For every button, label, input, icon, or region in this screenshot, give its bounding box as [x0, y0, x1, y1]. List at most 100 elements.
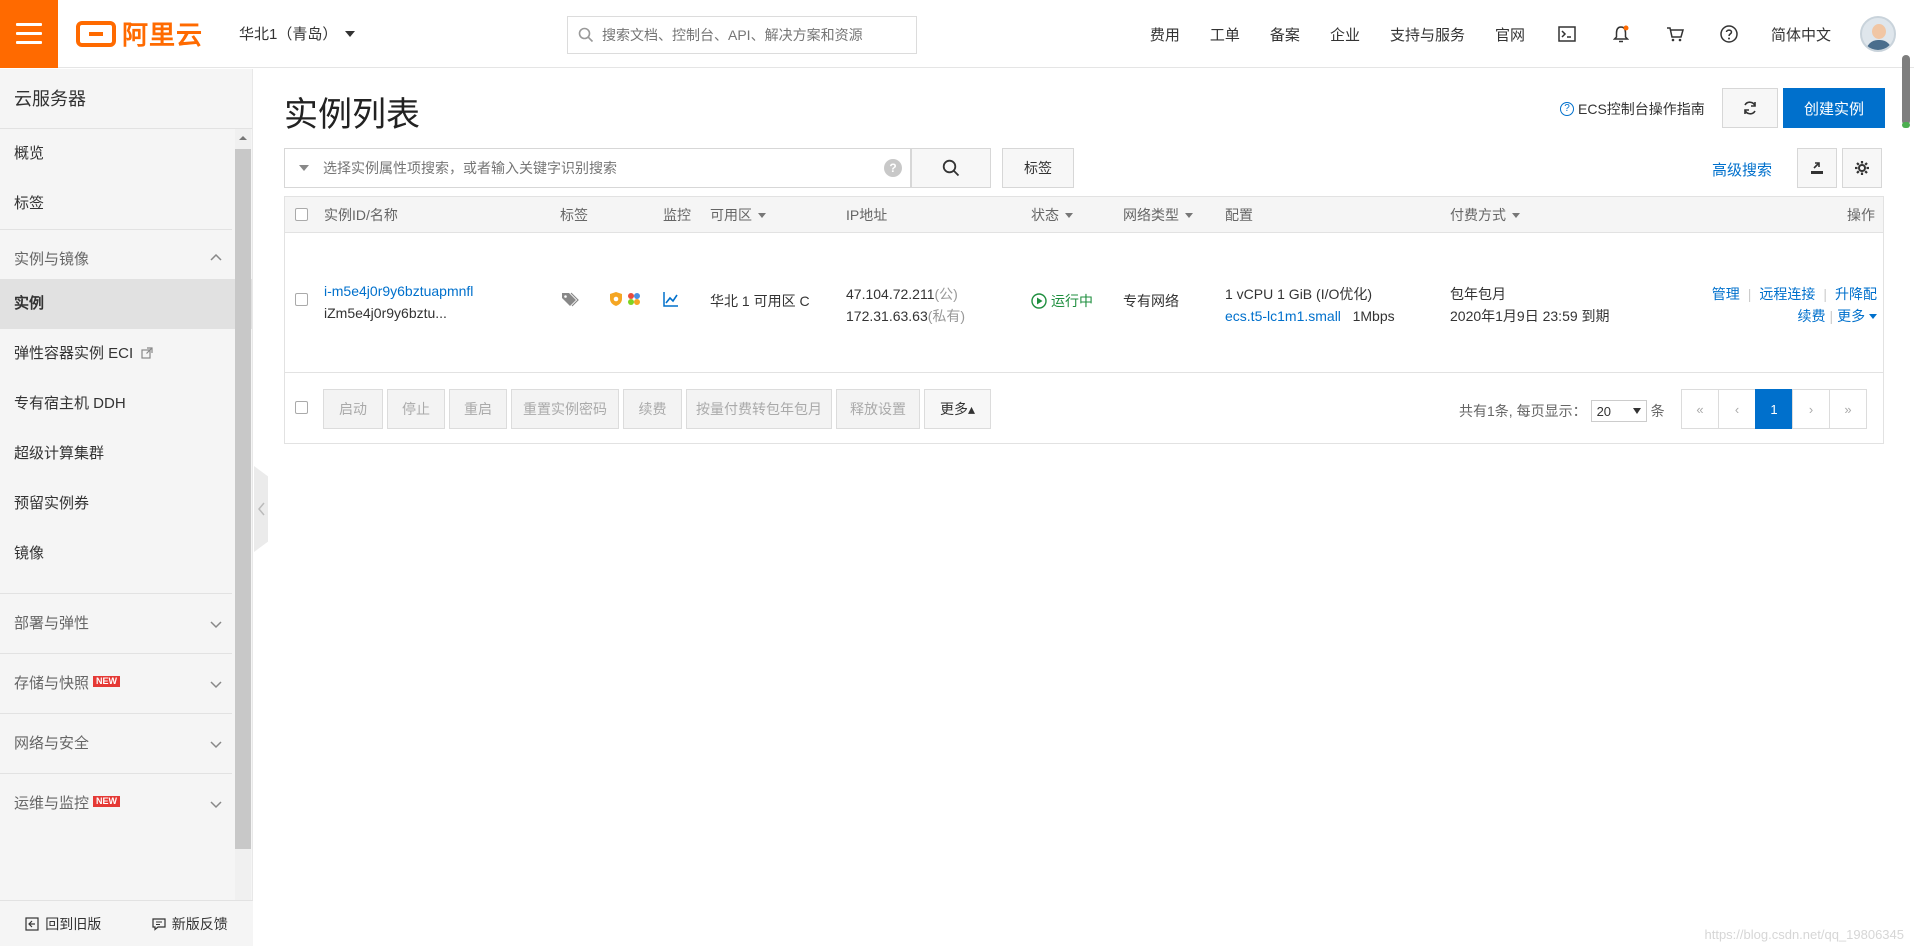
next-page-button[interactable]: › — [1792, 389, 1830, 429]
page-1-button[interactable]: 1 — [1755, 389, 1793, 429]
page-size-select[interactable]: 20 — [1590, 400, 1647, 422]
col-zone[interactable]: 可用区 — [710, 197, 766, 233]
aliyun-logo[interactable]: 阿里云 — [76, 15, 203, 52]
ecs-guide-link[interactable]: ? ECS控制台操作指南 — [1560, 99, 1705, 119]
tag-filter-button[interactable]: 标签 — [1002, 148, 1074, 188]
sidebar-item-reserved[interactable]: 预留实例券 — [0, 479, 252, 529]
cloud-monitor-icon[interactable] — [626, 291, 642, 307]
feedback-button[interactable]: 新版反馈 — [127, 914, 254, 934]
chevron-down-icon — [210, 681, 222, 689]
sidebar-scrollbar[interactable] — [235, 129, 251, 915]
nav-fees[interactable]: 费用 — [1150, 24, 1180, 45]
pagination: « ‹ 1 › » — [1681, 389, 1867, 429]
instance-id-cell: i-m5e4j0r9y6bztuapmnfl iZm5e4j0r9y6bztu.… — [324, 283, 473, 321]
search-button[interactable] — [911, 148, 991, 188]
release-settings-button[interactable]: 释放设置 — [836, 389, 920, 429]
bandwidth-value: 1Mbps — [1352, 308, 1395, 324]
nav-official-site[interactable]: 官网 — [1495, 24, 1525, 45]
stop-button[interactable]: 停止 — [387, 389, 445, 429]
filter-input[interactable] — [323, 160, 884, 176]
first-page-button[interactable]: « — [1681, 389, 1719, 429]
col-status[interactable]: 状态 — [1031, 197, 1073, 233]
filter-help-icon[interactable]: ? — [884, 159, 902, 177]
prev-page-button[interactable]: ‹ — [1718, 389, 1756, 429]
language-switch[interactable]: 简体中文 — [1771, 24, 1831, 45]
private-ip-suffix: (私有) — [927, 308, 966, 324]
create-instance-button[interactable]: 创建实例 — [1783, 88, 1885, 128]
reset-password-button[interactable]: 重置实例密码 — [511, 389, 619, 429]
remote-connect-link[interactable]: 远程连接 — [1759, 286, 1815, 302]
nav-enterprise[interactable]: 企业 — [1330, 24, 1360, 45]
sidebar-item-tags[interactable]: 标签 — [0, 179, 252, 229]
convert-billing-button[interactable]: 按量付费转包年包月 — [686, 389, 832, 429]
cart-icon[interactable] — [1665, 24, 1685, 44]
actions-cell: 管理 | 远程连接 | 升降配 续费 | 更多 — [1712, 283, 1877, 327]
menu-icon[interactable] — [0, 0, 58, 68]
private-ip: 172.31.63.63 — [846, 308, 928, 324]
footer-select-all-checkbox[interactable] — [295, 401, 308, 414]
select-all-checkbox[interactable] — [295, 208, 308, 221]
sidebar-item-instances[interactable]: 实例 — [0, 279, 252, 329]
tag-icon[interactable] — [560, 291, 580, 310]
sidebar-group-deployment[interactable]: 部署与弹性 — [0, 593, 232, 653]
renew-link[interactable]: 续费 — [1797, 308, 1825, 324]
chevron-down-icon — [210, 621, 222, 629]
terminal-icon[interactable] — [1557, 24, 1577, 44]
logo-mark-icon — [76, 20, 116, 47]
sidebar-item-overview[interactable]: 概览 — [0, 129, 252, 179]
sidebar-collapse-handle[interactable] — [254, 466, 268, 552]
export-button[interactable] — [1797, 148, 1837, 188]
row-checkbox[interactable] — [295, 293, 308, 306]
instance-id-link[interactable]: i-m5e4j0r9y6bztuapmnfl — [324, 283, 473, 299]
export-icon — [1811, 162, 1823, 174]
col-network[interactable]: 网络类型 — [1123, 197, 1193, 233]
sidebar-item-ddh[interactable]: 专有宿主机 DDH — [0, 379, 252, 429]
status-text: 运行中 — [1051, 293, 1093, 309]
instance-filter[interactable]: ? — [284, 148, 911, 188]
sidebar-group-storage[interactable]: 存储与快照 NEW — [0, 653, 232, 713]
renew-button[interactable]: 续费 — [623, 389, 682, 429]
help-icon[interactable] — [1719, 24, 1739, 44]
avatar[interactable] — [1860, 16, 1896, 52]
upgrade-link[interactable]: 升降配 — [1835, 286, 1877, 302]
page-scrollbar[interactable] — [1902, 55, 1910, 128]
more-button[interactable]: 更多▴ — [924, 389, 991, 429]
instance-name: iZm5e4j0r9y6bztu... — [324, 305, 447, 321]
more-actions-label: 更多 — [1837, 308, 1866, 324]
back-to-old-version-button[interactable]: 回到旧版 — [0, 914, 127, 934]
sidebar-item-eci[interactable]: 弹性容器实例 ECI — [0, 329, 252, 379]
last-page-button[interactable]: » — [1829, 389, 1867, 429]
refresh-button[interactable] — [1722, 88, 1778, 128]
col-billing[interactable]: 付费方式 — [1450, 197, 1520, 233]
global-search[interactable] — [567, 16, 917, 54]
advanced-search-link[interactable]: 高级搜索 — [1712, 159, 1772, 180]
shield-icon[interactable] — [609, 291, 623, 307]
more-actions-link[interactable]: 更多 — [1837, 308, 1877, 324]
col-tags: 标签 — [560, 207, 588, 223]
region-selector[interactable]: 华北1（青岛） — [239, 23, 356, 44]
watermark: https://blog.csdn.net/qq_19806345 — [1704, 927, 1905, 942]
monitor-chart-icon[interactable] — [663, 291, 679, 310]
nav-support[interactable]: 支持与服务 — [1390, 24, 1465, 45]
instance-type-link[interactable]: ecs.t5-lc1m1.small — [1225, 308, 1341, 324]
col-id-name: 实例ID/名称 — [324, 207, 398, 223]
settings-button[interactable] — [1842, 148, 1882, 188]
manage-link[interactable]: 管理 — [1712, 286, 1740, 302]
sidebar-group-network[interactable]: 网络与安全 — [0, 713, 232, 773]
sidebar-item-scc[interactable]: 超级计算集群 — [0, 429, 252, 479]
global-search-input[interactable] — [602, 27, 916, 43]
sidebar: 云服务器 概览 标签 实例与镜像 实例 弹性容器实例 ECI 专有宿主机 DDH… — [0, 69, 253, 946]
start-button[interactable]: 启动 — [323, 389, 383, 429]
search-icon — [942, 159, 960, 177]
bell-icon[interactable] — [1611, 24, 1631, 44]
logo-text: 阿里云 — [122, 20, 204, 50]
restart-button[interactable]: 重启 — [449, 389, 507, 429]
sidebar-scrollbar-thumb[interactable] — [235, 149, 251, 849]
nav-icp[interactable]: 备案 — [1270, 24, 1300, 45]
sidebar-group-ops[interactable]: 运维与监控 NEW — [0, 773, 232, 833]
table-header: 实例ID/名称 标签 监控 可用区 IP地址 状态 网络类型 配置 付费方式 操… — [285, 197, 1883, 233]
sidebar-item-label: 弹性容器实例 ECI — [14, 345, 134, 362]
filter-dropdown-icon[interactable] — [299, 165, 309, 171]
sidebar-item-images[interactable]: 镜像 — [0, 529, 252, 579]
nav-tickets[interactable]: 工单 — [1210, 24, 1240, 45]
